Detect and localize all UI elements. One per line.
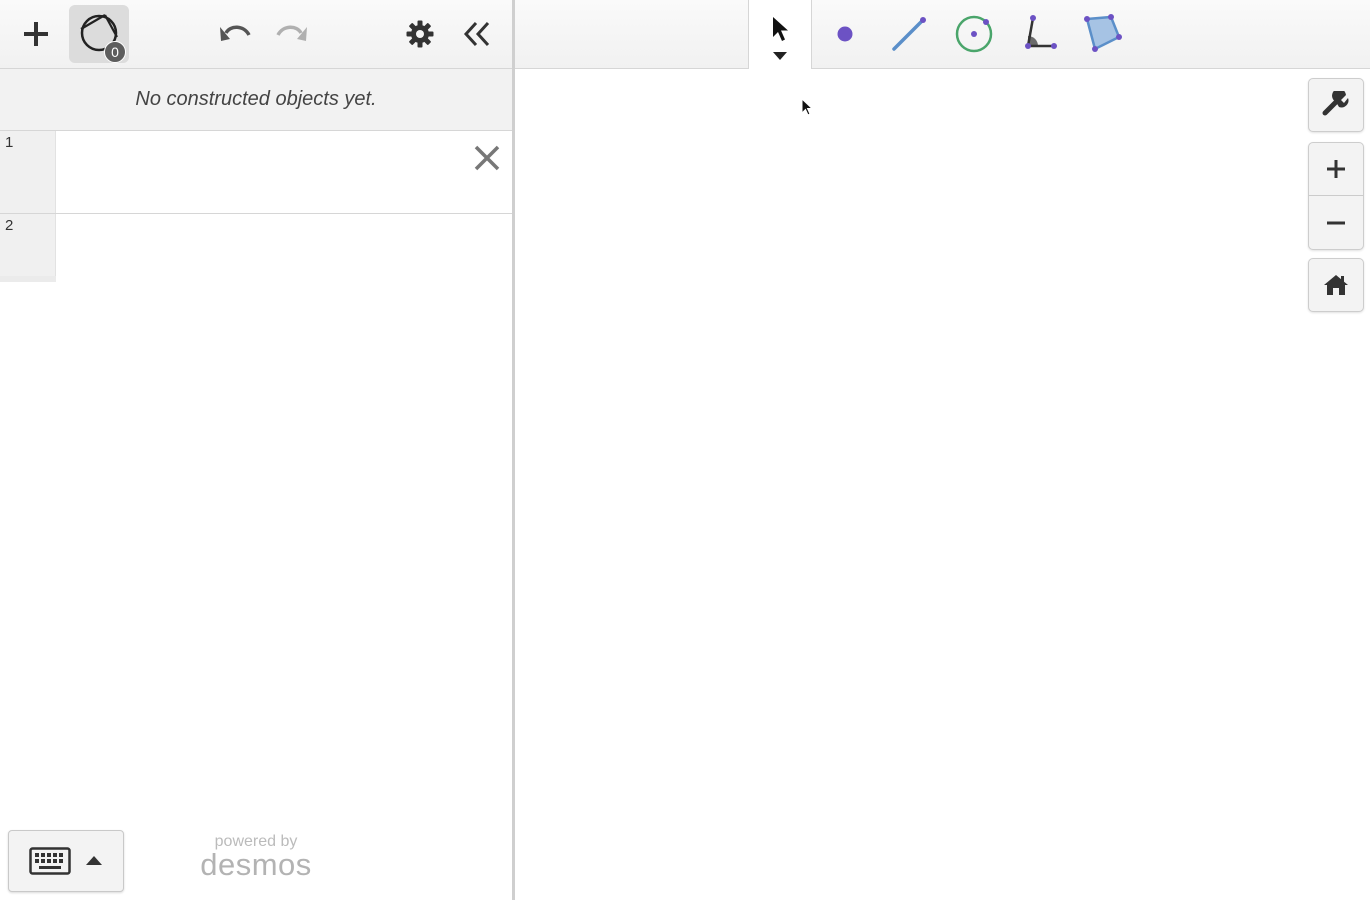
expression-panel: 0 No constructed objects yet. 1 2 powere… [0, 0, 512, 900]
construction-button[interactable]: 0 [69, 5, 129, 63]
graph-settings-button[interactable] [1308, 78, 1364, 132]
expression-index-tab: 2 [0, 214, 56, 282]
angle-icon [1025, 15, 1057, 49]
expression-toolbar: 0 [0, 0, 512, 69]
construction-count-badge: 0 [104, 41, 126, 63]
segment-tool-button[interactable] [881, 8, 937, 60]
delete-expression-button[interactable] [472, 143, 502, 173]
add-item-button[interactable] [14, 14, 58, 54]
polygon-tool-button[interactable] [1074, 8, 1130, 60]
zoom-in-button[interactable] [1308, 142, 1364, 196]
double-chevron-left-icon [463, 21, 490, 47]
desmos-logo: desmos [200, 847, 312, 882]
select-tool-button[interactable] [748, 0, 812, 69]
plus-icon [24, 22, 48, 46]
zoom-out-button[interactable] [1308, 196, 1364, 250]
expression-number: 1 [5, 134, 14, 151]
polygon-icon [1084, 14, 1122, 52]
point-tool-button[interactable] [817, 8, 873, 60]
home-icon [1324, 275, 1348, 295]
gear-icon [406, 20, 434, 48]
angle-tool-button[interactable] [1010, 8, 1066, 60]
pointer-arrow-icon [773, 16, 788, 41]
redo-button[interactable] [270, 14, 314, 54]
undo-icon [220, 25, 251, 41]
keyboard-icon [29, 847, 71, 875]
point-icon [837, 26, 853, 42]
keyboard-toggle-button[interactable] [8, 830, 124, 892]
expression-number: 2 [5, 217, 14, 234]
circle-tool-button[interactable] [946, 8, 1002, 60]
expression-input[interactable] [57, 131, 512, 213]
expression-input[interactable] [57, 214, 512, 276]
collapse-panel-button[interactable] [455, 14, 499, 54]
settings-button[interactable] [398, 14, 442, 54]
chevron-down-icon [773, 51, 787, 60]
circle-icon [955, 15, 993, 53]
expression-row[interactable]: 2 [0, 214, 512, 282]
close-icon [474, 145, 500, 171]
wrench-icon [1322, 91, 1349, 116]
default-viewport-button[interactable] [1308, 258, 1364, 312]
plus-icon [1327, 160, 1345, 178]
undo-button[interactable] [213, 14, 257, 54]
expression-index-tab: 1 [0, 131, 56, 213]
empty-construction-message: No constructed objects yet. [0, 69, 512, 131]
construction-toolbar [515, 0, 1370, 69]
mouse-cursor-icon [801, 98, 814, 116]
segment-icon [892, 17, 926, 51]
triangle-up-icon [86, 856, 102, 865]
geometry-canvas[interactable] [515, 69, 1370, 900]
expression-row[interactable]: 1 [0, 131, 512, 214]
minus-icon [1327, 221, 1345, 224]
powered-by-desmos[interactable]: powered by desmos [196, 834, 316, 882]
redo-icon [276, 25, 307, 41]
